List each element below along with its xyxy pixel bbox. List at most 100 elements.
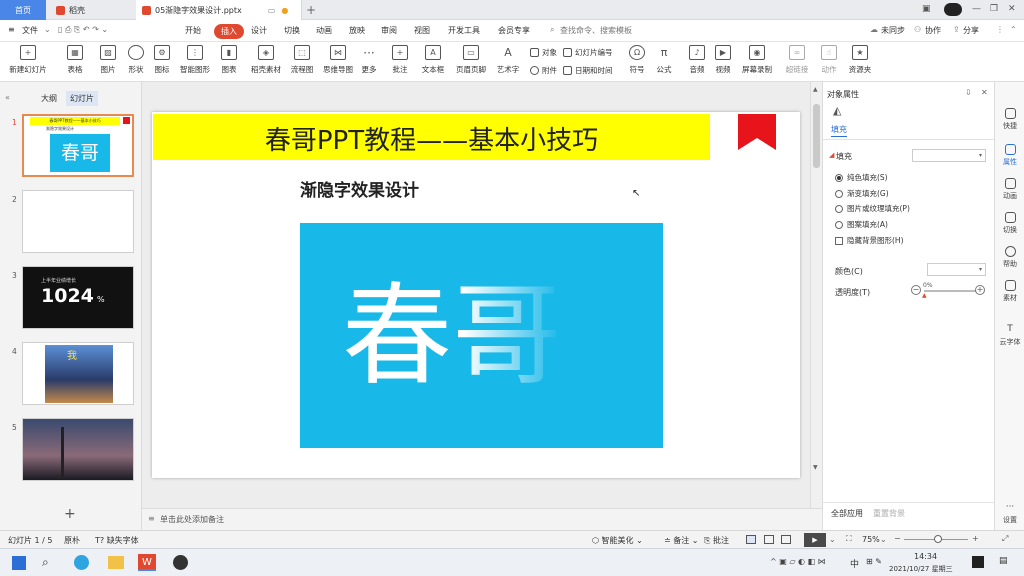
- share-button[interactable]: 分享: [963, 25, 979, 36]
- header-footer-button[interactable]: ▭ 页眉页脚: [454, 45, 488, 75]
- slideshow-dropdown-icon[interactable]: ⌄: [829, 535, 836, 544]
- color-picker[interactable]: ▾: [927, 263, 986, 276]
- apply-all-button[interactable]: 全部应用: [831, 508, 863, 519]
- video-button[interactable]: ▶ 视频: [706, 45, 740, 75]
- tab-monitor-icon[interactable]: ▭: [268, 6, 276, 15]
- close-pane-icon[interactable]: ✕: [981, 88, 988, 97]
- tab-document[interactable]: 05渐隐字效果设计.pptx ▭ ●: [136, 0, 302, 20]
- theme-name[interactable]: 原朴: [64, 535, 80, 546]
- notes-bar[interactable]: ≡ 单击此处添加备注: [142, 508, 822, 530]
- notes-placeholder[interactable]: 单击此处添加备注: [160, 514, 224, 525]
- blue-image-box[interactable]: 春哥: [300, 223, 663, 448]
- file-dropdown-icon[interactable]: ⌄: [44, 25, 51, 34]
- menu-transition[interactable]: 切换: [284, 25, 300, 36]
- reading-view-button[interactable]: [781, 535, 791, 544]
- restore-button[interactable]: ❐: [990, 4, 998, 14]
- slide-subtitle[interactable]: 渐隐字效果设计: [300, 176, 419, 201]
- new-slide-button[interactable]: + 新建幻灯片: [6, 45, 50, 75]
- zoom-out-button[interactable]: −: [894, 534, 901, 543]
- vertical-scrollbar[interactable]: ▲ ▼: [810, 82, 822, 508]
- transparency-increase-button[interactable]: +: [975, 285, 985, 295]
- slide-thumb-2[interactable]: [22, 190, 134, 253]
- scroll-up-icon[interactable]: ▲: [813, 86, 818, 93]
- menu-insert[interactable]: 插入: [214, 24, 244, 39]
- windows-start-icon[interactable]: [12, 556, 26, 570]
- tab-slides[interactable]: 幻灯片: [66, 91, 98, 106]
- menu-file[interactable]: 文件: [22, 25, 38, 36]
- mindmap-button[interactable]: ⋈ 思维导图: [321, 45, 355, 75]
- screen-record-button[interactable]: ◉ 屏幕录制: [740, 45, 774, 75]
- wps-app-icon[interactable]: W: [138, 554, 156, 571]
- tab-fill[interactable]: 填充: [831, 124, 847, 137]
- sidebar-properties[interactable]: 属性: [995, 144, 1024, 167]
- zoom-slider-thumb[interactable]: [934, 535, 942, 543]
- command-search-input[interactable]: 查找命令、搜索模板: [560, 25, 632, 36]
- formula-button[interactable]: π 公式: [647, 45, 681, 75]
- clock-time[interactable]: 14:34: [914, 552, 937, 561]
- date-time-button[interactable]: 日期和时间: [563, 65, 613, 76]
- menu-member[interactable]: 会员专享: [498, 25, 530, 36]
- sidebar-animation[interactable]: 动画: [995, 178, 1024, 201]
- more-options-icon[interactable]: ⋮: [996, 25, 1004, 34]
- zoom-in-button[interactable]: +: [972, 534, 979, 543]
- beautify-button[interactable]: ⬡ 智能美化 ⌄: [592, 535, 643, 546]
- object-button[interactable]: 对象: [530, 47, 557, 58]
- fill-bucket-icon[interactable]: ◭: [833, 104, 841, 117]
- tab-home[interactable]: 首页: [0, 0, 46, 20]
- menu-animation[interactable]: 动画: [316, 25, 332, 36]
- wordart-button[interactable]: A 艺术字: [491, 45, 525, 75]
- option-gradient-fill[interactable]: 渐变填充(G): [835, 188, 889, 199]
- bookmark-icon[interactable]: [738, 114, 776, 150]
- section-collapse-icon[interactable]: ◢: [829, 151, 834, 159]
- sidebar-help[interactable]: 帮助: [995, 246, 1024, 269]
- zoom-level[interactable]: 75%: [862, 535, 880, 544]
- notes-toggle-button[interactable]: ≐ 备注 ⌄: [664, 535, 699, 546]
- textbox-button[interactable]: A 文本框: [416, 45, 450, 75]
- option-picture-fill[interactable]: 图片或纹理填充(P): [835, 203, 910, 214]
- sidebar-settings[interactable]: ··· 设置: [995, 502, 1024, 525]
- hamburger-icon[interactable]: ≡: [8, 25, 15, 34]
- close-window-button[interactable]: ✕: [1008, 4, 1016, 14]
- notification-icon[interactable]: [972, 556, 984, 568]
- ime-indicator[interactable]: 中: [850, 557, 859, 570]
- window-layout-icon[interactable]: ▣: [922, 4, 931, 14]
- menu-view[interactable]: 视图: [414, 25, 430, 36]
- collapse-ribbon-icon[interactable]: ⌃: [1010, 25, 1017, 34]
- hide-background-checkbox[interactable]: 隐藏背景图形(H): [835, 235, 904, 246]
- missing-font-button[interactable]: T? 缺失字体: [95, 535, 139, 546]
- comment-button[interactable]: + 批注: [383, 45, 417, 75]
- clock-date[interactable]: 2021/10/27 星期三: [889, 564, 953, 574]
- attachment-button[interactable]: 附件: [530, 65, 557, 76]
- slide-thumb-1[interactable]: 春哥PPT教程——基本小技巧 渐隐字效果设计 春哥: [22, 114, 134, 177]
- sidebar-quick[interactable]: 快捷: [995, 108, 1024, 131]
- collapse-pane-icon[interactable]: «: [5, 93, 10, 102]
- slide-title[interactable]: 春哥PPT教程——基本小技巧: [153, 120, 710, 157]
- slide-thumb-4[interactable]: 我: [22, 342, 134, 405]
- fullscreen-icon[interactable]: ⤢: [1002, 534, 1008, 544]
- icons-button[interactable]: ⚙ 图标: [145, 45, 179, 75]
- table-button[interactable]: ▦ 表格: [58, 45, 92, 75]
- slider-thumb-icon[interactable]: ▲: [922, 292, 927, 299]
- ime-options-icon[interactable]: ⊞ ✎: [866, 557, 882, 566]
- taskbar-search-icon[interactable]: ⌕: [42, 555, 49, 570]
- reset-background-button[interactable]: 重置背景: [873, 508, 905, 519]
- docer-material-button[interactable]: ◈ 稻壳素材: [249, 45, 283, 75]
- add-tab-button[interactable]: +: [306, 0, 316, 20]
- slide-canvas[interactable]: 春哥PPT教程——基本小技巧 渐隐字效果设计 春哥: [152, 112, 800, 478]
- option-pattern-fill[interactable]: 图案填充(A): [835, 219, 888, 230]
- slide-sorter-button[interactable]: [764, 535, 774, 544]
- edge-browser-icon[interactable]: [74, 555, 89, 570]
- menu-start[interactable]: 开始: [185, 25, 201, 36]
- menu-design[interactable]: 设计: [251, 25, 267, 36]
- fading-text[interactable]: 春哥: [342, 261, 562, 411]
- fit-window-icon[interactable]: ⛶: [846, 534, 852, 544]
- slide-number-button[interactable]: 幻灯片编号: [563, 47, 613, 58]
- chart-button[interactable]: ▮ 图表: [212, 45, 246, 75]
- play-slideshow-button[interactable]: ▶: [804, 533, 826, 547]
- sidebar-material[interactable]: 素材: [995, 280, 1024, 303]
- normal-view-button[interactable]: [746, 535, 756, 544]
- file-explorer-icon[interactable]: [108, 556, 124, 569]
- comments-toggle-button[interactable]: ⎘ 批注: [704, 535, 729, 546]
- collab-button[interactable]: 协作: [925, 25, 941, 36]
- pin-icon[interactable]: ⇩: [965, 88, 972, 97]
